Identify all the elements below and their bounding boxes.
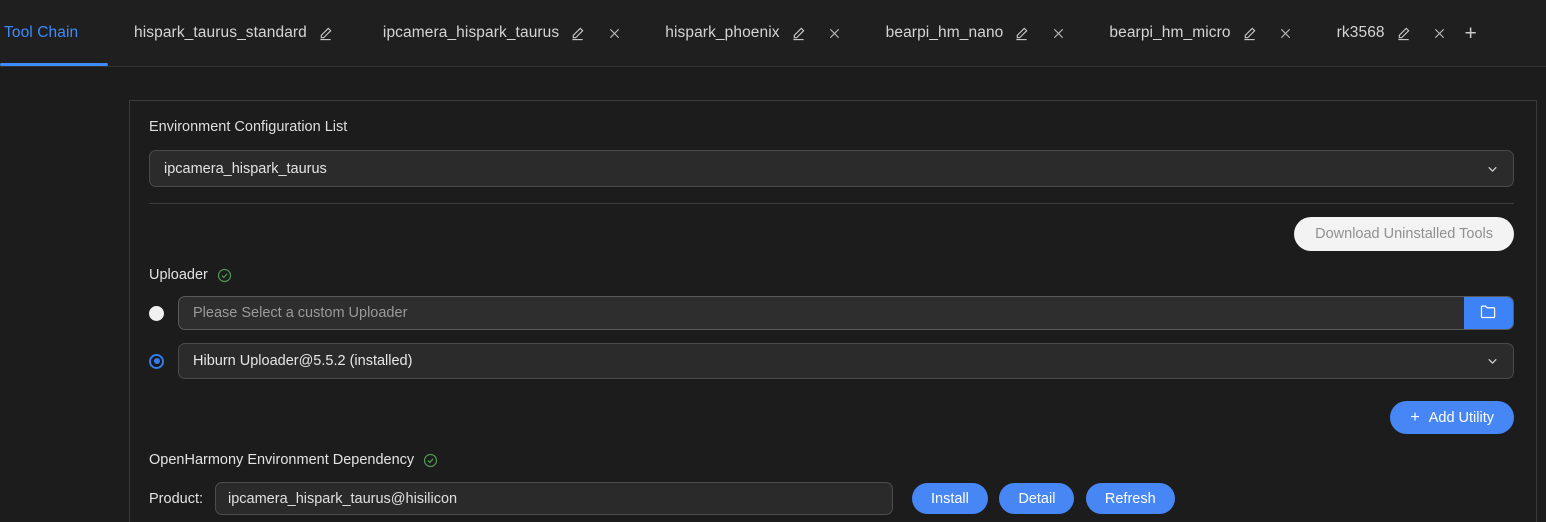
uploader-custom-row [149,296,1514,330]
add-tab-button[interactable]: + [1461,0,1481,66]
tab-label: ipcamera_hispark_taurus [383,24,559,42]
uploader-title: Uploader [149,267,208,283]
pencil-icon[interactable] [791,26,806,41]
uploader-installed-select[interactable]: Hiburn Uploader@5.5.2 (installed) [178,343,1514,379]
tab-hispark-phoenix[interactable]: hispark_phoenix [665,0,841,66]
tab-hispark-taurus-standard[interactable]: hispark_taurus_standard [134,0,333,66]
close-icon[interactable] [1279,26,1293,40]
tab-ipcamera-hispark-taurus[interactable]: ipcamera_hispark_taurus [383,0,621,66]
env-config-selected-value: ipcamera_hispark_taurus [164,161,327,177]
dependency-buttons: Install Detail Refresh [912,483,1182,514]
tool-chain-panel: Environment Configuration List ipcamera_… [129,100,1537,522]
env-config-select[interactable]: ipcamera_hispark_taurus [149,150,1514,187]
tab-label: Tool Chain [4,24,78,42]
tab-label: rk3568 [1337,24,1385,42]
close-icon[interactable] [1433,26,1447,40]
chevron-down-icon [1485,161,1500,176]
pencil-icon[interactable] [570,26,585,41]
product-label: Product: [149,491,203,507]
tab-label: bearpi_hm_micro [1109,24,1230,42]
add-utility-button[interactable]: + Add Utility [1390,401,1514,434]
tab-bearpi-hm-nano[interactable]: bearpi_hm_nano [886,0,1066,66]
pencil-icon[interactable] [1396,26,1411,41]
close-icon[interactable] [828,26,842,40]
browse-folder-button[interactable] [1464,297,1513,329]
download-row: Download Uninstalled Tools [149,217,1514,251]
refresh-button[interactable]: Refresh [1086,483,1175,514]
check-circle-icon [217,268,232,283]
uploader-custom-radio[interactable] [149,306,164,321]
close-icon[interactable] [1051,26,1065,40]
uploader-installed-row: Hiburn Uploader@5.5.2 (installed) [149,343,1514,379]
tab-label: hispark_phoenix [665,24,779,42]
main-stage: Environment Configuration List ipcamera_… [0,67,1546,522]
plus-icon: + [1461,23,1481,44]
tab-label: hispark_taurus_standard [134,24,307,42]
pencil-icon[interactable] [1014,26,1029,41]
add-utility-label: Add Utility [1429,410,1494,426]
download-uninstalled-tools-button[interactable]: Download Uninstalled Tools [1294,217,1514,251]
uploader-custom-input-wrap [178,296,1514,330]
tab-tool-chain[interactable]: Tool Chain [0,0,108,66]
section-divider [149,203,1514,204]
add-utility-row: + Add Utility [149,401,1514,434]
chevron-down-icon [1485,354,1500,369]
pencil-icon[interactable] [318,26,333,41]
tab-bearpi-hm-micro[interactable]: bearpi_hm_micro [1109,0,1292,66]
pencil-icon[interactable] [1242,26,1257,41]
tab-bar: Tool Chain hispark_taurus_standard ipcam… [0,0,1546,67]
dependency-title: OpenHarmony Environment Dependency [149,452,414,468]
uploader-section-header: Uploader [149,267,1514,283]
close-icon[interactable] [607,26,621,40]
plus-icon: + [1410,410,1419,426]
uploader-custom-input[interactable] [179,297,1464,329]
tab-rk3568[interactable]: rk3568 [1337,0,1447,66]
tab-label: bearpi_hm_nano [886,24,1004,42]
detail-button[interactable]: Detail [999,483,1074,514]
install-button[interactable]: Install [912,483,988,514]
uploader-installed-value: Hiburn Uploader@5.5.2 (installed) [193,353,412,369]
product-input[interactable] [215,482,893,515]
folder-icon [1479,302,1498,324]
check-circle-icon [423,453,438,468]
dependency-section-header: OpenHarmony Environment Dependency [149,452,1514,468]
uploader-installed-radio[interactable] [149,354,164,369]
env-config-title: Environment Configuration List [149,119,1514,135]
product-row: Product: Install Detail Refresh [149,482,1514,515]
